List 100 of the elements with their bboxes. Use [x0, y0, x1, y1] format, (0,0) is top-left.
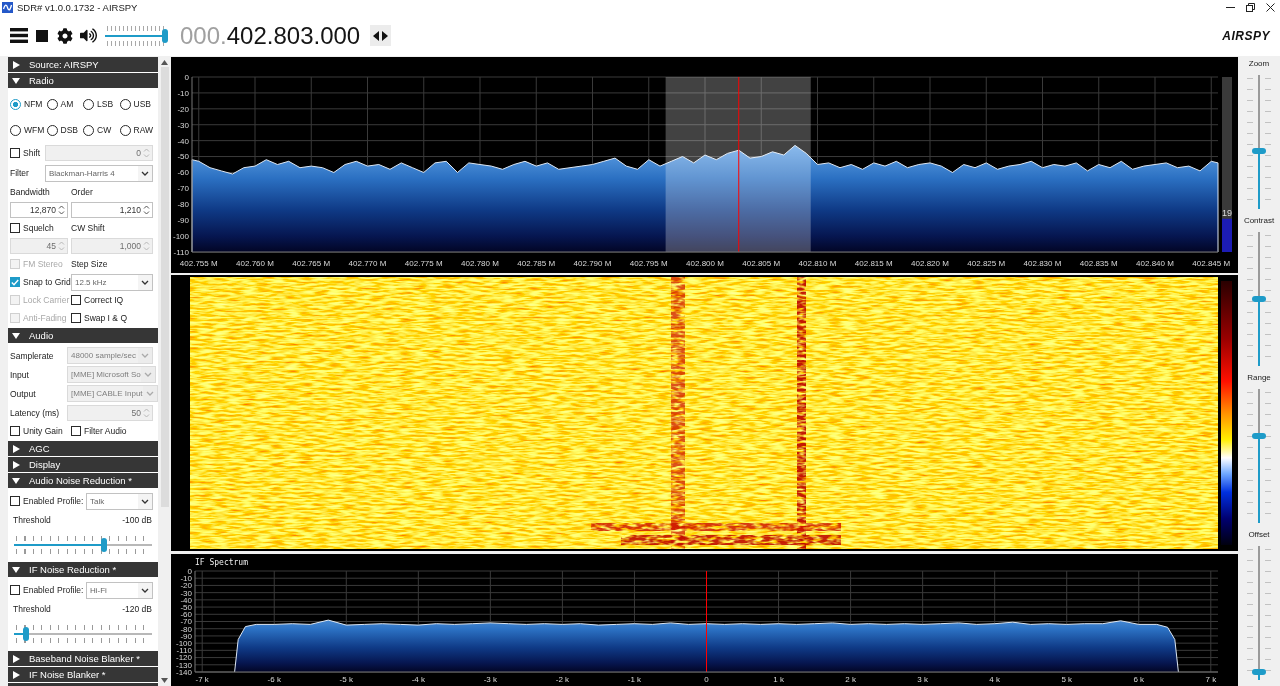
option-label: Correct IQ — [84, 295, 124, 305]
axis-label: 402.765 M — [292, 259, 331, 268]
spin-arrows-icon — [143, 406, 150, 419]
spin-field[interactable]: 12,870 — [10, 202, 68, 218]
axis-label: 402.760 M — [236, 259, 274, 268]
slider-thumb[interactable] — [162, 28, 168, 43]
dropdown[interactable]: Blackman-Harris 4 — [45, 164, 153, 182]
checkbox[interactable] — [10, 496, 20, 506]
option-label: Anti-Fading — [23, 313, 67, 323]
axis-label: -120 — [176, 653, 192, 663]
checkbox[interactable] — [10, 148, 20, 158]
radio-button[interactable] — [83, 124, 94, 136]
axis-label: 402.810 M — [798, 259, 837, 268]
field-label: Filter — [10, 168, 30, 178]
checkbox[interactable] — [10, 223, 20, 233]
stop-icon — [36, 29, 48, 42]
slider-thumb[interactable] — [1252, 668, 1266, 675]
axis-label: 6 k — [1133, 675, 1145, 684]
axis-label: -90 — [180, 631, 192, 641]
axis-label: -20 — [180, 581, 192, 591]
axis-label: 402.820 M — [911, 259, 949, 268]
tuning-marker[interactable] — [738, 76, 740, 253]
slider-label: Range — [1247, 372, 1271, 384]
section-header[interactable]: Radio — [8, 73, 158, 88]
checkbox[interactable] — [71, 313, 81, 323]
axis-label: 402.825 M — [967, 259, 1006, 268]
radio-button[interactable] — [119, 98, 131, 110]
axis-label: -20 — [177, 104, 189, 114]
option-label: Enabled — [23, 496, 55, 506]
slider-thumb[interactable] — [1252, 432, 1266, 439]
section-header[interactable]: IF Noise Reduction * — [8, 562, 158, 577]
axis-label: 5 k — [1061, 675, 1073, 684]
axis-label: -30 — [180, 588, 192, 598]
frequency-display[interactable]: 402.803.000 — [226, 21, 361, 50]
axis-label: -70 — [177, 184, 189, 194]
slider-thumb[interactable] — [23, 627, 30, 641]
radio-button[interactable] — [46, 98, 58, 110]
axis-label: -130 — [176, 660, 192, 670]
radio-button[interactable] — [10, 124, 21, 136]
axis-label: -40 — [177, 136, 189, 146]
field-label: Threshold — [13, 515, 52, 525]
dropdown[interactable]: 12.5 kHz — [71, 273, 153, 291]
axis-label: 402.800 M — [686, 259, 724, 268]
axis-label: -7 k — [195, 675, 209, 684]
menu-icon — [10, 28, 28, 43]
axis-label: 402.830 M — [1023, 259, 1062, 268]
checkbox[interactable] — [10, 426, 20, 436]
caret-icon — [138, 274, 152, 290]
filter-band[interactable] — [665, 77, 811, 252]
axis-label: -110 — [176, 646, 192, 656]
tuning-step-button[interactable] — [370, 25, 392, 46]
axis-label: -6 k — [267, 675, 281, 684]
axis-label: 0 — [704, 675, 709, 684]
checkbox[interactable] — [10, 585, 20, 595]
radio-button[interactable] — [46, 124, 58, 136]
section-header[interactable]: IF Noise Blanker * — [8, 667, 158, 682]
axis-label: -3 k — [483, 675, 498, 684]
checkbox[interactable] — [71, 295, 81, 305]
section-header[interactable]: Audio — [8, 328, 158, 343]
axis-label: -100 — [176, 639, 192, 648]
axis-label: 402.770 M — [348, 259, 387, 268]
spin-field[interactable]: 1,210 — [71, 202, 153, 218]
radio-button[interactable] — [10, 98, 21, 110]
axis-label: -30 — [177, 120, 189, 130]
option-label: Snap to Grid — [23, 277, 71, 287]
axis-label: -110 — [173, 247, 189, 257]
caret-icon — [138, 493, 152, 509]
snr-reading: 19 — [1222, 207, 1232, 218]
dropdown[interactable]: Hi-Fi — [86, 581, 153, 599]
radio-button[interactable] — [119, 124, 131, 136]
option-label: Filter Audio — [84, 426, 127, 436]
chart-title: IF Spectrum — [195, 558, 248, 567]
section-header[interactable]: Display — [8, 457, 158, 472]
section-header[interactable]: AGC — [8, 441, 158, 456]
slider-thumb[interactable] — [1252, 296, 1266, 302]
checkbox[interactable] — [10, 277, 20, 287]
scrollbar[interactable] — [158, 57, 171, 686]
mode-label: AM — [60, 99, 74, 109]
slider-thumb[interactable] — [101, 538, 108, 552]
checkbox[interactable] — [71, 426, 81, 436]
slider-thumb[interactable] — [1252, 147, 1266, 154]
axis-label: 402.795 M — [629, 259, 668, 268]
section-header[interactable]: Source: AIRSPY — [8, 57, 158, 72]
axis-label: 1 k — [773, 675, 784, 684]
scroll-up-icon[interactable] — [161, 60, 168, 65]
left-right-arrows-icon — [373, 30, 389, 41]
mode-label: USB — [133, 99, 151, 109]
axis-label: 0 — [184, 72, 189, 82]
caret-icon — [138, 582, 152, 598]
dropdown[interactable]: Talk — [86, 492, 153, 510]
axis-label: -70 — [180, 617, 192, 627]
field-label: Profile: — [57, 585, 85, 595]
section-header[interactable]: Audio Noise Reduction * — [8, 473, 158, 488]
axis-label: 402.845 M — [1192, 259, 1231, 268]
field-label: Output — [10, 388, 37, 399]
radio-button[interactable] — [83, 98, 94, 110]
section-header[interactable]: Baseband Noise Blanker * — [8, 651, 158, 666]
option-label: Enabled — [23, 585, 55, 595]
scroll-down-icon[interactable] — [161, 678, 168, 683]
tuning-marker[interactable] — [706, 570, 707, 673]
